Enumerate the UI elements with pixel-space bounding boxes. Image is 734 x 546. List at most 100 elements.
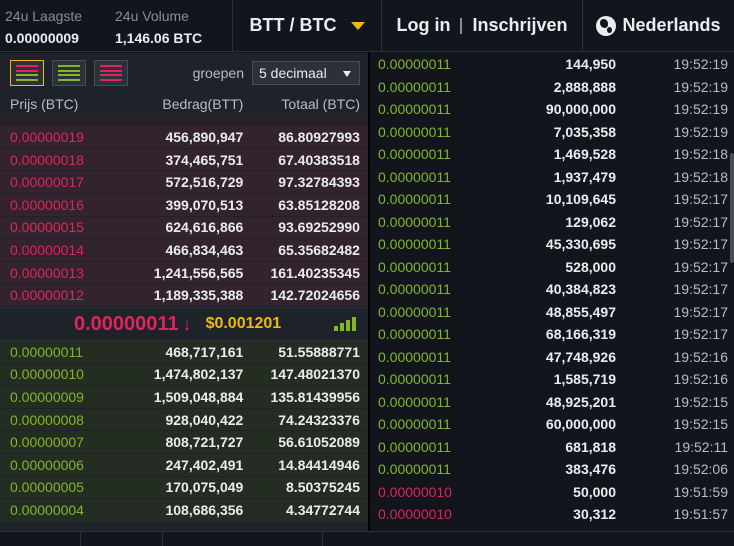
auth-links: Log in Inschrijven bbox=[381, 0, 582, 51]
trade-amount: 129,062 bbox=[565, 213, 616, 230]
trade-row: 0.00000011 48,855,497 19:52:17 bbox=[370, 301, 734, 324]
trade-row: 0.00000011 528,000 19:52:17 bbox=[370, 256, 734, 279]
last-price: 0.00000011 bbox=[74, 312, 179, 335]
trade-time: 19:52:06 bbox=[673, 461, 729, 478]
col-total: Totaal (BTC) bbox=[281, 96, 360, 112]
trade-amount: 681,818 bbox=[565, 438, 616, 455]
total-cell: 147.48021370 bbox=[270, 366, 360, 383]
trade-price: 0.00000011 bbox=[378, 236, 451, 253]
bid-row[interactable]: 0.00000005 170,075,049 8.50375245 bbox=[0, 476, 368, 500]
pair-selector[interactable]: BTT / BTC bbox=[232, 0, 381, 51]
trade-price: 0.00000010 bbox=[378, 483, 452, 500]
trade-row: 0.00000011 383,476 19:52:06 bbox=[370, 458, 734, 481]
bid-row[interactable]: 0.00000008 928,040,422 74.24323376 bbox=[0, 408, 368, 432]
trade-amount: 45,330,695 bbox=[545, 236, 616, 253]
total-cell: 67.40383518 bbox=[278, 151, 360, 168]
trade-price: 0.00000011 bbox=[378, 281, 451, 298]
view-both-button[interactable] bbox=[10, 60, 44, 86]
bid-row[interactable]: 0.00000004 108,686,356 4.34772744 bbox=[0, 499, 368, 522]
ask-row[interactable]: 0.00000018 374,465,751 67.40383518 bbox=[0, 148, 368, 172]
bid-row[interactable]: 0.00000010 1,474,802,137 147.48021370 bbox=[0, 363, 368, 387]
trade-time: 19:52:16 bbox=[673, 348, 729, 365]
trade-amount: 40,384,823 bbox=[545, 281, 616, 298]
view-bids-button[interactable] bbox=[52, 60, 86, 86]
stat-value: 0.00000009 bbox=[5, 30, 79, 46]
scrollbar[interactable] bbox=[730, 153, 734, 263]
total-cell: 4.34772744 bbox=[286, 501, 360, 518]
trade-row: 0.00000011 60,000,000 19:52:15 bbox=[370, 413, 734, 436]
arrow-down-icon: ↓ bbox=[182, 313, 192, 334]
total-cell: 51.55888771 bbox=[278, 343, 360, 360]
trade-price: 0.00000011 bbox=[378, 326, 451, 343]
price-cell: 0.00000009 bbox=[10, 388, 84, 405]
trade-history-panel[interactable]: 0.00000011 144,950 19:52:19 0.00000011 2,888… bbox=[370, 53, 734, 531]
bid-row[interactable]: 0.00000011 468,717,161 51.55888771 bbox=[0, 341, 368, 364]
total-cell: 161.40235345 bbox=[270, 264, 360, 281]
ask-row[interactable]: 0.00000016 399,070,513 63.85128208 bbox=[0, 194, 368, 217]
register-link[interactable]: Inschrijven bbox=[472, 15, 567, 36]
trade-row: 0.00000011 10,109,645 19:52:17 bbox=[370, 188, 734, 211]
price-cell: 0.00000015 bbox=[10, 219, 84, 236]
ask-row[interactable]: 0.00000019 456,890,947 86.80927993 bbox=[0, 126, 368, 149]
amount-cell: 170,075,049 bbox=[165, 479, 244, 496]
trade-price: 0.00000011 bbox=[378, 303, 451, 320]
stat-value: 1,146.06 BTC bbox=[115, 30, 203, 46]
trade-row: 0.00000011 7,035,358 19:52:19 bbox=[370, 121, 734, 144]
bid-row[interactable]: 0.00000007 808,721,727 56.61052089 bbox=[0, 431, 368, 454]
orderbook-controls: groepen 5 decimaal bbox=[0, 53, 368, 93]
trade-time: 19:52:16 bbox=[673, 371, 729, 388]
trade-amount: 30,312 bbox=[573, 506, 616, 523]
usd-price: $0.001201 bbox=[205, 315, 282, 332]
amount-cell: 456,890,947 bbox=[165, 129, 244, 146]
amount-cell: 1,189,335,388 bbox=[153, 287, 244, 304]
trade-row: 0.00000011 1,937,479 19:52:18 bbox=[370, 166, 734, 189]
price-cell: 0.00000018 bbox=[10, 151, 84, 168]
amount-cell: 374,465,751 bbox=[165, 151, 244, 168]
ask-row[interactable]: 0.00000014 466,834,463 65.35682482 bbox=[0, 239, 368, 262]
trade-row: 0.00000011 144,950 19:52:19 bbox=[370, 53, 734, 76]
trade-row: 0.00000010 30,312 19:51:57 bbox=[370, 503, 734, 526]
bottom-bar bbox=[0, 531, 734, 546]
trade-time: 19:52:15 bbox=[673, 393, 729, 410]
trade-amount: 48,925,201 bbox=[545, 393, 616, 410]
col-price: Prijs (BTC) bbox=[10, 96, 79, 112]
login-link[interactable]: Log in bbox=[396, 15, 450, 36]
trade-time: 19:52:17 bbox=[673, 191, 729, 208]
language-label: Nederlands bbox=[622, 15, 721, 35]
price-cell: 0.00000014 bbox=[10, 242, 84, 259]
price-cell: 0.00000012 bbox=[10, 287, 84, 304]
language-selector[interactable]: Nederlands bbox=[582, 0, 734, 51]
bid-row[interactable]: 0.00000009 1,509,048,884 135.81439956 bbox=[0, 386, 368, 409]
ask-row[interactable]: 0.00000017 572,516,729 97.32784393 bbox=[0, 171, 368, 195]
bid-row[interactable]: 0.00000006 247,402,491 14.84414946 bbox=[0, 453, 368, 477]
ask-row[interactable]: 0.00000013 1,241,556,565 161.40235345 bbox=[0, 261, 368, 285]
amount-cell: 468,717,161 bbox=[165, 343, 244, 360]
trade-price: 0.00000011 bbox=[378, 191, 451, 208]
trade-amount: 1,585,719 bbox=[553, 371, 616, 388]
trade-price: 0.00000011 bbox=[378, 393, 451, 410]
ask-row[interactable]: 0.00000015 624,616,866 93.69252990 bbox=[0, 216, 368, 240]
trade-row: 0.00000011 68,166,319 19:52:17 bbox=[370, 323, 734, 346]
total-cell: 97.32784393 bbox=[278, 174, 360, 191]
trade-amount: 68,166,319 bbox=[545, 326, 616, 343]
trade-amount: 1,469,528 bbox=[553, 146, 616, 163]
trade-time: 19:51:57 bbox=[673, 506, 729, 523]
trade-time: 19:52:17 bbox=[673, 326, 729, 343]
trade-time: 19:52:17 bbox=[673, 281, 729, 298]
orderbook-header: Prijs (BTC) Bedrag(BTT) Totaal (BTC) bbox=[0, 93, 368, 115]
ask-row[interactable]: 0.00000012 1,189,335,388 142.72024656 bbox=[0, 284, 368, 307]
decimal-select[interactable]: 5 decimaal bbox=[252, 61, 360, 85]
trade-time: 19:52:17 bbox=[673, 236, 729, 253]
trade-amount: 48,855,497 bbox=[545, 303, 616, 320]
chevron-down-icon bbox=[343, 71, 351, 77]
trade-price: 0.00000011 bbox=[378, 78, 451, 95]
pair-label: BTT / BTC bbox=[249, 15, 337, 35]
price-cell: 0.00000007 bbox=[10, 434, 84, 451]
view-asks-button[interactable] bbox=[94, 60, 128, 86]
bids-list: 0.00000011 468,717,161 51.55888771 0.000000… bbox=[0, 341, 368, 531]
trade-time: 19:52:18 bbox=[673, 146, 729, 163]
trade-row: 0.00000011 40,384,823 19:52:17 bbox=[370, 278, 734, 301]
amount-cell: 808,721,727 bbox=[165, 434, 244, 451]
divider bbox=[460, 17, 463, 34]
trade-price: 0.00000010 bbox=[378, 506, 452, 523]
